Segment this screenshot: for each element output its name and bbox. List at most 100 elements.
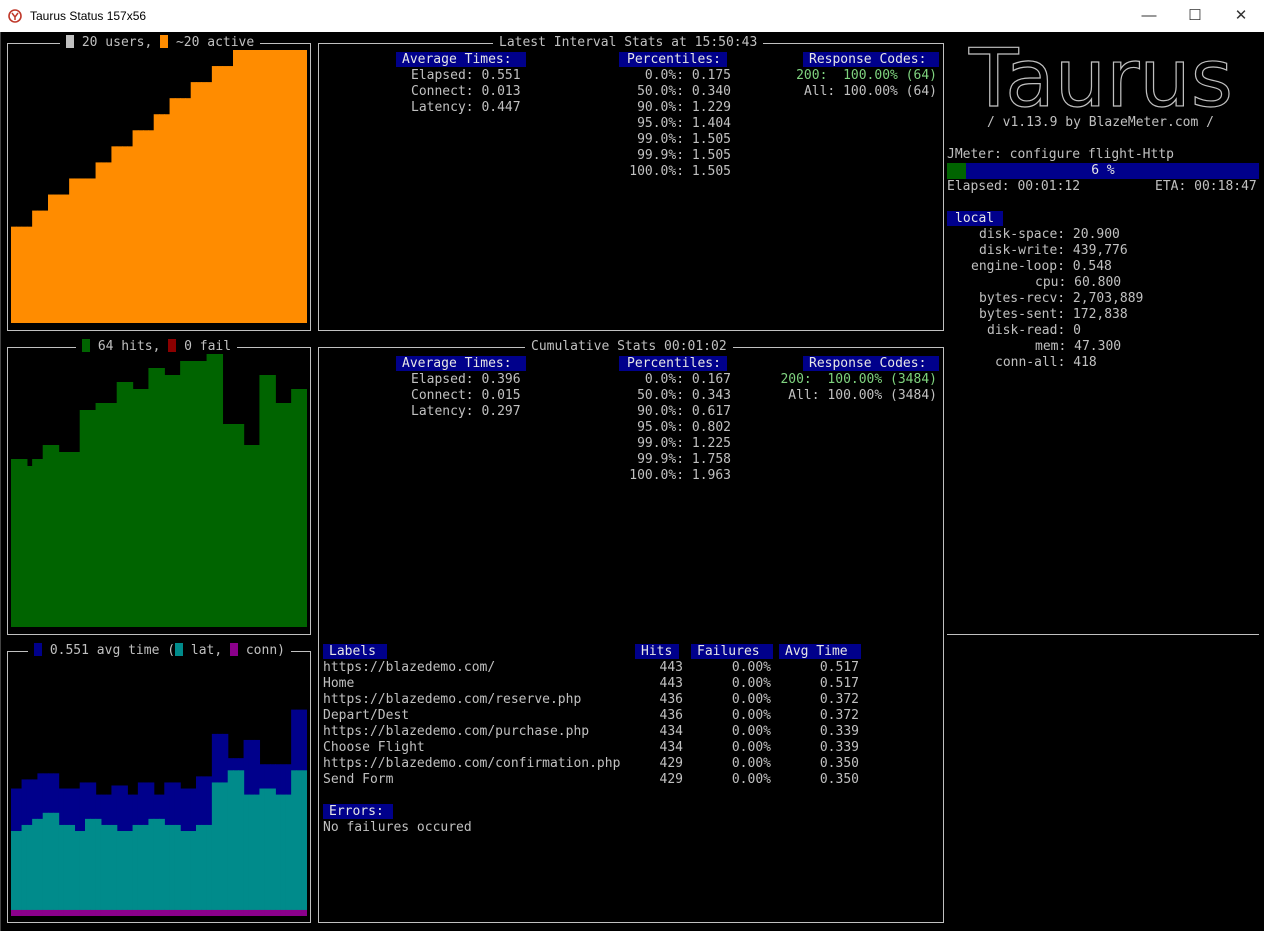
hits-bar — [270, 375, 276, 627]
taurus-logo-text: Taurus — [968, 42, 1233, 112]
lat-bar — [169, 824, 176, 916]
times-chart-title: 0.551 avg time ( lat, conn) — [28, 643, 291, 659]
active-users-bar — [106, 162, 113, 323]
conn-bar — [217, 909, 224, 916]
window-titlebar: Taurus Status 157x56 — ☐ ✕ — [0, 0, 1264, 32]
lat-bar — [164, 824, 171, 916]
latest-interval-title: Latest Interval Stats at 15:50:43 — [493, 35, 764, 51]
hits-bar — [227, 424, 234, 627]
conn-bar — [111, 909, 118, 916]
row-hits: 436 — [659, 692, 683, 707]
hits-bar — [243, 445, 250, 627]
conn-bar — [174, 909, 181, 916]
lat-bar — [95, 818, 102, 916]
lat-bar — [127, 831, 134, 916]
active-users-bar — [95, 162, 102, 323]
elapsed-text: Elapsed: 00:01:12 — [947, 179, 1081, 194]
lat-bar — [69, 824, 76, 916]
hits-header: Hits — [635, 644, 679, 659]
lat-bar — [285, 794, 292, 916]
lat-bar — [264, 788, 271, 916]
conn-bar — [243, 909, 250, 916]
active-users-bar — [238, 50, 245, 323]
conn-bar — [275, 909, 282, 916]
executor-label: JMeter: configure flight-Http — [947, 147, 1174, 162]
active-users-bar — [217, 66, 224, 323]
hits-bar — [153, 368, 160, 627]
conn-bar — [285, 909, 292, 916]
hits-bar — [143, 389, 150, 627]
active-users-bar — [127, 146, 134, 323]
hits-bar — [217, 354, 224, 627]
hits-bar — [26, 466, 33, 627]
latest-pct-line: 99.9%: 1.505 — [637, 148, 731, 163]
active-users-bar — [169, 98, 176, 323]
active-users-bar — [301, 50, 307, 323]
row-avg-time: 0.517 — [819, 676, 859, 691]
hits-bar — [211, 354, 218, 627]
active-users-bar — [275, 50, 282, 323]
conn-bar — [85, 909, 91, 916]
conn-bar — [95, 909, 102, 916]
hits-bar — [122, 382, 128, 627]
row-label: Send Form — [323, 772, 394, 787]
latest-rc-header: Response Codes: — [803, 52, 939, 67]
local-metric: bytes-recv: 2,703,889 — [979, 291, 1144, 306]
latest-pct-line: 50.0%: 0.340 — [637, 84, 731, 99]
active-users-bar — [63, 194, 70, 323]
cumulative-rc-all: All: 100.00% (3484) — [788, 388, 937, 403]
eta-text: ETA: 00:18:47 — [1155, 179, 1257, 194]
conn-bar — [233, 909, 239, 916]
row-hits: 434 — [659, 724, 683, 739]
conn-bar — [301, 909, 307, 916]
active-users-bar — [153, 114, 160, 323]
active-users-bar — [48, 194, 54, 323]
conn-bar — [264, 909, 271, 916]
lat-bar — [153, 818, 160, 916]
hits-bar — [206, 354, 213, 627]
row-failures: 0.00% — [731, 740, 771, 755]
conn-bar — [196, 909, 202, 916]
hits-bar — [164, 375, 171, 627]
active-users-bar — [122, 146, 128, 323]
lat-bar — [32, 818, 39, 916]
local-header: local — [947, 211, 1003, 226]
active-users-bar — [211, 66, 218, 323]
taurus-app-icon — [8, 9, 22, 23]
conn-bar — [248, 909, 255, 916]
active-users-bar — [185, 98, 192, 323]
row-avg-time: 0.372 — [819, 692, 859, 707]
hits-count: 64 hits, — [97, 339, 161, 354]
active-users-bar — [137, 130, 144, 323]
row-label: https://blazedemo.com/ — [323, 660, 496, 675]
active-users-bar — [37, 210, 44, 323]
row-hits: 443 — [659, 676, 683, 691]
conn-bar — [211, 909, 218, 916]
latest-pct-line: 90.0%: 1.229 — [637, 100, 731, 115]
lat-bar — [180, 831, 187, 916]
active-users-bar — [285, 50, 292, 323]
progress-label: 6 % — [1091, 163, 1115, 178]
hits-bar — [74, 452, 81, 627]
conn-bar — [143, 909, 150, 916]
local-metric: bytes-sent: 172,838 — [979, 307, 1128, 322]
close-icon[interactable]: ✕ — [1218, 0, 1264, 32]
latest-avg-line: Latency: 0.447 — [411, 100, 521, 115]
hits-bar — [180, 361, 187, 627]
conn-bar — [53, 909, 60, 916]
hits-bar — [169, 375, 176, 627]
conn-bar — [74, 909, 81, 916]
latest-pct-line: 99.0%: 1.505 — [637, 132, 731, 147]
lat-bar — [248, 794, 255, 916]
errors-header: Errors: — [323, 804, 393, 819]
row-avg-time: 0.350 — [819, 756, 859, 771]
lat-bar — [37, 818, 44, 916]
row-failures: 0.00% — [731, 692, 771, 707]
lat-bar — [206, 824, 213, 916]
hits-bar — [90, 410, 97, 627]
row-avg-time: 0.350 — [819, 772, 859, 787]
minimize-icon[interactable]: — — [1126, 0, 1172, 32]
maximize-icon[interactable]: ☐ — [1172, 0, 1218, 32]
active-users-bar — [280, 50, 287, 323]
hits-bar — [190, 361, 197, 627]
